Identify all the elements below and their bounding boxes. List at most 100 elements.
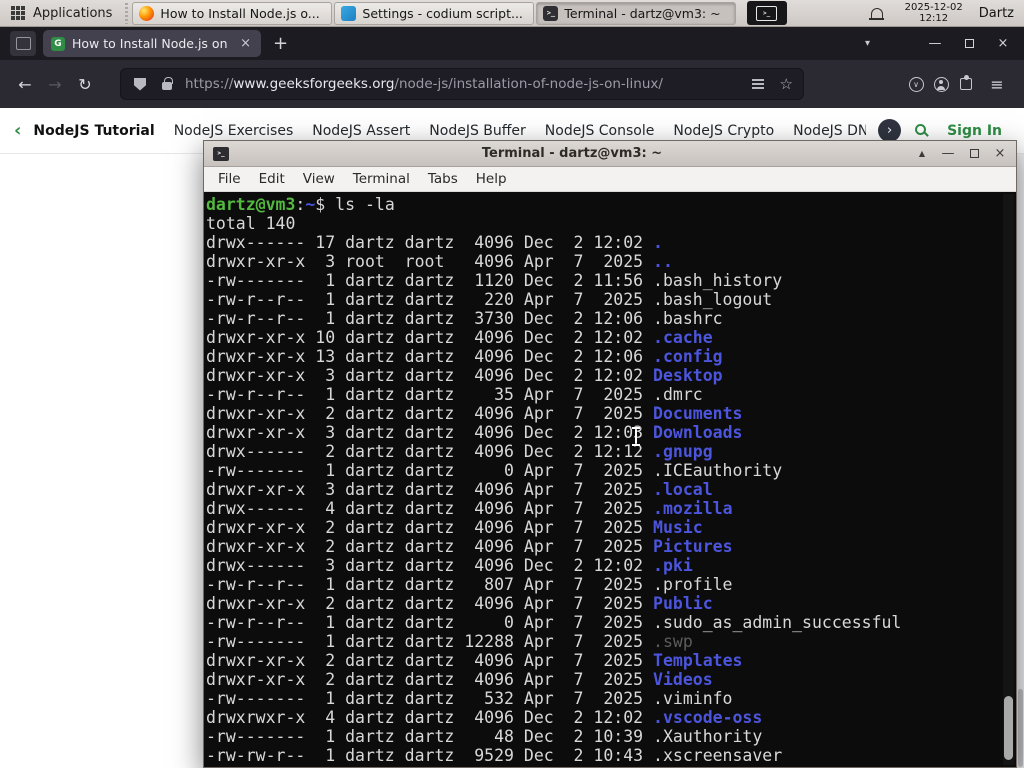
magnifier-shape (915, 123, 927, 135)
terminal-line: -rw------- 1 dartz dartz 0 Apr 7 2025 .I… (206, 461, 783, 480)
terminal-scrollbar[interactable] (1003, 194, 1014, 765)
terminal-menu-file[interactable]: File (209, 169, 250, 189)
site-nav-link[interactable]: NodeJS Console (545, 123, 655, 139)
terminal-line: drwx------ 3 dartz dartz 4096 Dec 2 12:0… (206, 556, 693, 575)
terminal-line: -rw-r--r-- 1 dartz dartz 3730 Dec 2 12:0… (206, 309, 723, 328)
terminal-menu-terminal[interactable]: Terminal (344, 169, 419, 189)
terminal-line: drwx------ 17 dartz dartz 4096 Dec 2 12:… (206, 233, 663, 252)
terminal-close-button[interactable]: × (993, 146, 1007, 161)
taskbar-button-firefox[interactable]: How to Install Node.js o... (132, 1, 333, 25)
tab-bar: G How to Install Node.js on × + ▾ — × (0, 27, 1024, 60)
back-button[interactable]: ← (10, 69, 40, 99)
clock-time: 12:12 (919, 13, 949, 24)
site-nav-link[interactable]: NodeJS Crypto (673, 123, 774, 139)
terminal-line: drwxr-xr-x 3 root root 4096 Apr 7 2025 .… (206, 252, 673, 271)
new-tab-button[interactable]: + (273, 33, 288, 54)
text-cursor-icon (632, 427, 640, 446)
forward-button[interactable]: → (40, 69, 70, 99)
terminal-line: drwx------ 4 dartz dartz 4096 Apr 7 2025… (206, 499, 733, 518)
taskbar-button-codium[interactable]: Settings - codium script... (334, 1, 535, 25)
menu-button[interactable]: ≡ (982, 69, 1012, 99)
applications-grid-icon (10, 5, 26, 21)
top-panel: Applications How to Install Node.js o...… (0, 0, 1024, 27)
terminal-menubar: File Edit View Terminal Tabs Help (204, 167, 1016, 192)
clock-date: 2025-12-02 (904, 2, 963, 13)
terminal-line: drwxr-xr-x 2 dartz dartz 4096 Apr 7 2025… (206, 651, 743, 670)
terminal-line: drwxr-xr-x 13 dartz dartz 4096 Dec 2 12:… (206, 347, 723, 366)
reload-button[interactable]: ↻ (70, 69, 100, 99)
terminal-viewport[interactable]: dartz@vm3:~$ ls -la total 140 drwx------ 1… (204, 192, 1016, 767)
firefox-view-icon[interactable] (10, 31, 36, 56)
browser-tab[interactable]: G How to Install Node.js on × (43, 30, 261, 57)
applications-menu-button[interactable]: Applications (0, 0, 122, 26)
site-nav-link[interactable]: NodeJS Exercises (174, 123, 294, 139)
terminal-shade-button[interactable]: ▲ (915, 149, 929, 158)
terminal-titlebar[interactable]: >_ Terminal - dartz@vm3: ~ ▲ — × (204, 141, 1016, 167)
site-nav-link[interactable]: NodeJS Assert (312, 123, 410, 139)
terminal-minimize-button[interactable]: — (941, 146, 955, 161)
window-minimize-button[interactable]: — (918, 36, 952, 51)
taskbar-button-label: Settings - codium script... (362, 5, 523, 21)
pocket-shape: ∨ (908, 76, 924, 92)
terminal-line: total 140 (206, 214, 296, 233)
page-scrollbar[interactable] (1017, 154, 1024, 768)
terminal-line: drwxr-xr-x 3 dartz dartz 4096 Dec 2 12:0… (206, 366, 723, 385)
terminal-window-controls: ▲ — × (915, 146, 1007, 161)
tab-favicon-icon: G (51, 36, 65, 51)
sign-in-button[interactable]: Sign In (947, 123, 1002, 139)
tray-terminal-icon[interactable]: >_ (746, 1, 787, 25)
terminal-menu-view[interactable]: View (294, 169, 344, 189)
terminal-menu-help[interactable]: Help (467, 169, 516, 189)
window-taskbar: How to Install Node.js o... Settings - co… (131, 0, 737, 26)
tabbar-right: ▾ — × (865, 27, 1020, 60)
notifications-button[interactable] (868, 8, 884, 20)
tab-close-button[interactable]: × (238, 36, 253, 51)
window-maximize-button[interactable] (952, 39, 986, 48)
pocket-icon[interactable]: ∨ (907, 75, 925, 93)
urlbar-actions: ☆ (749, 75, 793, 93)
terminal-line: drwxr-xr-x 2 dartz dartz 4096 Apr 7 2025… (206, 537, 733, 556)
maximize-icon (969, 149, 979, 158)
terminal-line: drwxrwxr-x 4 dartz dartz 4096 Dec 2 12:0… (206, 708, 763, 727)
reader-mode-icon[interactable] (749, 75, 767, 93)
nav-scroll-right-button[interactable]: › (878, 119, 902, 142)
page-scrollbar-thumb[interactable] (1018, 689, 1023, 767)
user-label: Dartz (978, 5, 1014, 21)
account-icon[interactable] (932, 75, 950, 93)
tracking-shield-icon[interactable] (131, 75, 149, 93)
nav-scroll-left-icon[interactable]: ‹ (14, 120, 21, 141)
bookmark-star-icon[interactable]: ☆ (780, 75, 793, 93)
terminal-menu-tabs[interactable]: Tabs (419, 169, 467, 189)
terminal-maximize-button[interactable] (967, 149, 981, 158)
site-nav-link[interactable]: NodeJS Tutorial (33, 123, 154, 139)
terminal-line: -rw------- 1 dartz dartz 48 Dec 2 10:39 … (206, 727, 763, 746)
terminal-output: dartz@vm3:~$ ls -la total 140 drwx------ 1… (206, 195, 1016, 765)
extensions-icon[interactable] (957, 75, 975, 93)
site-nav-link[interactable]: NodeJS DNS (793, 123, 866, 139)
tab-title: How to Install Node.js on (72, 36, 228, 51)
terminal-line: drwxr-xr-x 2 dartz dartz 4096 Apr 7 2025… (206, 594, 713, 613)
navigation-toolbar: ← → ↻ https://www.geeksforgeeks.org/node… (0, 60, 1024, 108)
terminal-line: -rw-r--r-- 1 dartz dartz 807 Apr 7 2025 … (206, 575, 733, 594)
terminal-icon: >_ (213, 146, 229, 161)
terminal-scrollbar-thumb[interactable] (1004, 696, 1013, 760)
reader-shape (751, 79, 764, 81)
url-bar[interactable]: https://www.geeksforgeeks.org/node-js/in… (120, 68, 804, 100)
taskbar-button-terminal[interactable]: >_ Terminal - dartz@vm3: ~ (536, 1, 737, 25)
lock-icon[interactable] (158, 75, 176, 93)
list-tabs-button[interactable]: ▾ (865, 38, 870, 49)
terminal-line: dartz@vm3:~$ ls -la (206, 195, 395, 214)
panel-separator (125, 2, 129, 24)
shield-shape (134, 77, 146, 91)
terminal-line: -rw-r--r-- 1 dartz dartz 0 Apr 7 2025 .s… (206, 613, 902, 632)
clock[interactable]: 2025-12-02 12:12 (905, 2, 963, 24)
terminal-menu-edit[interactable]: Edit (250, 169, 294, 189)
site-nav-link[interactable]: NodeJS Buffer (429, 123, 526, 139)
terminal-line: -rw-r--r-- 1 dartz dartz 35 Apr 7 2025 .… (206, 385, 703, 404)
codium-icon (341, 5, 357, 21)
maximize-icon (964, 39, 974, 48)
terminal-line: drwxr-xr-x 2 dartz dartz 4096 Apr 7 2025… (206, 404, 743, 423)
window-close-button[interactable]: × (986, 36, 1020, 51)
search-icon[interactable] (913, 122, 931, 140)
bell-icon (868, 8, 884, 20)
